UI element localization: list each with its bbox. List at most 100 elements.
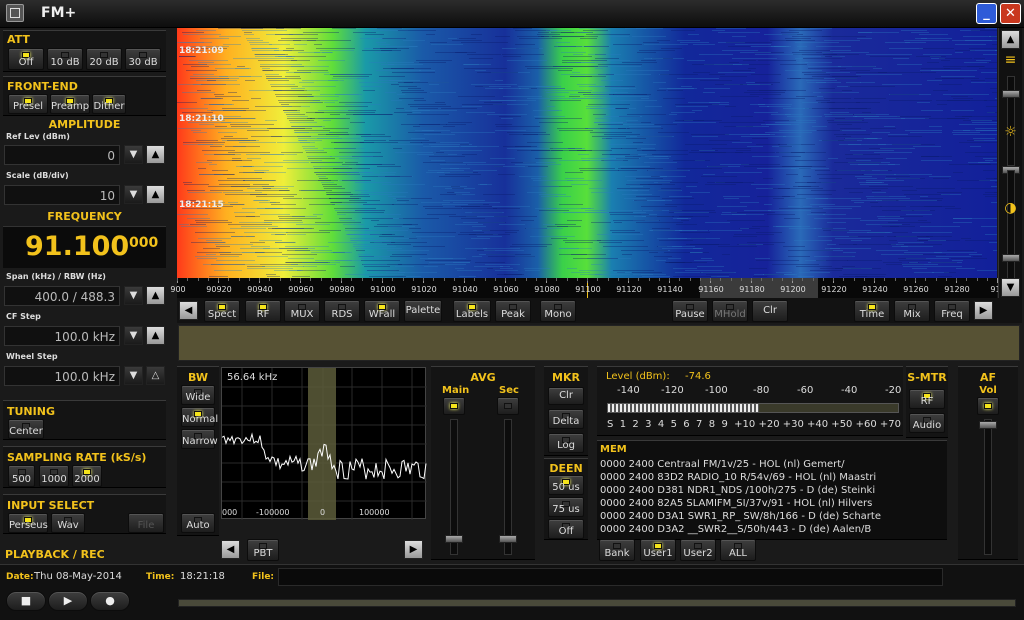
att-10db-button[interactable]: 10 dB: [47, 48, 83, 70]
stop-button[interactable]: ■: [6, 591, 46, 611]
contrast-slider[interactable]: [1007, 170, 1015, 280]
perseus-button[interactable]: Perseus: [8, 513, 48, 533]
deen-75us-button[interactable]: 75 us: [548, 497, 584, 517]
avg-main-button[interactable]: [443, 397, 465, 415]
clear-spectrum-button[interactable]: Clr: [752, 300, 788, 322]
front-end-panel: FRONT-END Presel Preamp Dither: [3, 76, 166, 116]
bw-wide-button[interactable]: Wide: [181, 385, 215, 405]
file-button[interactable]: File: [128, 513, 164, 533]
mix-button[interactable]: Mix: [894, 300, 930, 322]
frequency-display[interactable]: 91.100 000: [3, 226, 166, 268]
frequency-minor-tick: [607, 278, 609, 281]
cf-step-up-button[interactable]: ▲: [146, 326, 165, 345]
center-button[interactable]: Center: [8, 419, 44, 439]
memory-row[interactable]: 0000 2400 D3A1 SWR1_RP_ SW/8h/166 - D (d…: [600, 510, 944, 523]
presel-button[interactable]: Presel: [8, 94, 48, 114]
cf-step-down-button[interactable]: ▼: [124, 326, 143, 345]
scale-field[interactable]: 10: [4, 185, 120, 205]
att-20db-button[interactable]: 20 dB: [86, 48, 122, 70]
message-bar: [178, 325, 1020, 361]
sampling-2000-button[interactable]: 2000: [72, 465, 102, 487]
pbt-button[interactable]: PBT: [247, 539, 279, 561]
preamp-button[interactable]: Preamp: [50, 94, 90, 114]
menu-lines-icon[interactable]: ≡: [1002, 52, 1019, 72]
af-volume-slider[interactable]: [984, 419, 992, 555]
scroll-up-button[interactable]: ▲: [1001, 30, 1020, 49]
mem-user2-button[interactable]: User2: [680, 539, 716, 561]
cf-step-field[interactable]: 100.0 kHz: [4, 326, 120, 346]
mem-all-button[interactable]: ALL: [720, 539, 756, 561]
pbt-left-button[interactable]: ◀: [221, 540, 240, 559]
scroll-right-button[interactable]: ▶: [974, 301, 993, 320]
wav-button[interactable]: Wav: [51, 513, 85, 533]
rds-button[interactable]: RDS: [324, 300, 360, 322]
dither-button[interactable]: Dither: [92, 94, 126, 114]
labels-button[interactable]: Labels: [453, 300, 491, 322]
bw-normal-button[interactable]: Normal: [181, 407, 218, 427]
frequency-tick-label: 91280: [944, 285, 970, 294]
s-meter-rf-button[interactable]: RF: [909, 389, 945, 409]
mkr-delta-button[interactable]: Delta: [548, 409, 584, 429]
slider-thumb[interactable]: [499, 535, 517, 543]
slider-thumb[interactable]: [445, 535, 463, 543]
bandwidth-plot[interactable]: 56.64 kHz 000 -100000 0 100000: [221, 367, 427, 520]
close-button[interactable]: ✕: [1000, 3, 1021, 24]
waterfall-display[interactable]: 18:21:09 18:21:10 18:21:15: [177, 28, 997, 278]
scale-up-button[interactable]: ▲: [146, 185, 165, 204]
mhold-button[interactable]: MHold: [712, 300, 748, 322]
spect-button[interactable]: Spect: [204, 300, 240, 322]
time-button[interactable]: Time: [854, 300, 890, 322]
memory-row[interactable]: 0000 2400 Centraal FM/1v/25 - HOL (nl) G…: [600, 458, 944, 471]
mkr-clear-button[interactable]: Clr: [548, 387, 584, 405]
pause-button[interactable]: Pause: [672, 300, 708, 322]
frequency-scale[interactable]: 900 90920 90940 90960 90980 91000 91020 91040 91…: [170, 278, 1006, 298]
mux-button[interactable]: MUX: [284, 300, 320, 322]
memory-row[interactable]: 0000 2400 D381 NDR1_NDS /100h/275 - D (d…: [600, 484, 944, 497]
scroll-left-button[interactable]: ◀: [179, 301, 198, 320]
mkr-log-button[interactable]: Log: [548, 433, 584, 453]
frequency-minor-tick: [259, 278, 260, 281]
waterfall-timestamp: 18:21:09: [179, 46, 224, 56]
play-button[interactable]: ▶: [48, 591, 88, 611]
sampling-500-button[interactable]: 500: [8, 465, 35, 487]
ref-level-field[interactable]: 0: [4, 145, 120, 165]
minimize-button[interactable]: _: [976, 3, 997, 24]
deen-50us-button[interactable]: 50 us: [548, 475, 584, 495]
deen-off-button[interactable]: Off: [548, 519, 584, 539]
scale-down-button[interactable]: ▼: [124, 185, 143, 204]
slider-thumb[interactable]: [1002, 90, 1020, 98]
mono-button[interactable]: Mono: [540, 300, 576, 322]
wfall-button[interactable]: WFall: [364, 300, 400, 322]
slider-thumb[interactable]: [1002, 254, 1020, 262]
span-field[interactable]: 400.0 / 488.3: [4, 286, 120, 306]
att-off-button[interactable]: Off: [8, 48, 44, 70]
memory-row[interactable]: 0000 2400 82A5 SLAMIFM_SI/37v/91 - HOL (…: [600, 497, 944, 510]
mem-bank-button[interactable]: Bank: [599, 539, 635, 561]
ref-level-up-button[interactable]: ▲: [146, 145, 165, 164]
rf-button[interactable]: RF: [245, 300, 281, 322]
playback-position-slider[interactable]: [178, 599, 1016, 607]
pbt-right-button[interactable]: ▶: [404, 540, 423, 559]
bw-narrow-button[interactable]: Narrow: [181, 429, 218, 449]
wheel-step-field[interactable]: 100.0 kHz: [4, 366, 120, 386]
att-30db-button[interactable]: 30 dB: [125, 48, 161, 70]
sampling-1000-button[interactable]: 1000: [39, 465, 69, 487]
avg-sec-button[interactable]: [497, 397, 519, 415]
slider-thumb[interactable]: [979, 421, 997, 429]
record-button[interactable]: ●: [90, 591, 130, 611]
freq-button[interactable]: Freq: [934, 300, 970, 322]
scroll-down-button[interactable]: ▼: [1001, 278, 1020, 297]
ref-level-down-button[interactable]: ▼: [124, 145, 143, 164]
mem-user1-button[interactable]: User1: [640, 539, 676, 561]
bw-auto-button[interactable]: Auto: [181, 513, 215, 533]
memory-row[interactable]: 0000 2400 D3A2 __SWR2__S/50h/443 - D (de…: [600, 523, 944, 536]
span-down-button[interactable]: ▼: [124, 286, 143, 305]
memory-row[interactable]: 0000 2400 83D2 RADIO_10 R/54v/69 - HOL (…: [600, 471, 944, 484]
frequency-tick-label: 91000: [370, 285, 396, 294]
af-vol-button[interactable]: [977, 397, 999, 415]
s-meter-audio-button[interactable]: Audio: [909, 413, 945, 433]
peak-button[interactable]: Peak: [495, 300, 531, 322]
wheel-step-up-button[interactable]: △: [146, 366, 165, 385]
palette-button[interactable]: Palette: [404, 300, 442, 322]
wheel-step-down-button[interactable]: ▼: [124, 366, 143, 385]
